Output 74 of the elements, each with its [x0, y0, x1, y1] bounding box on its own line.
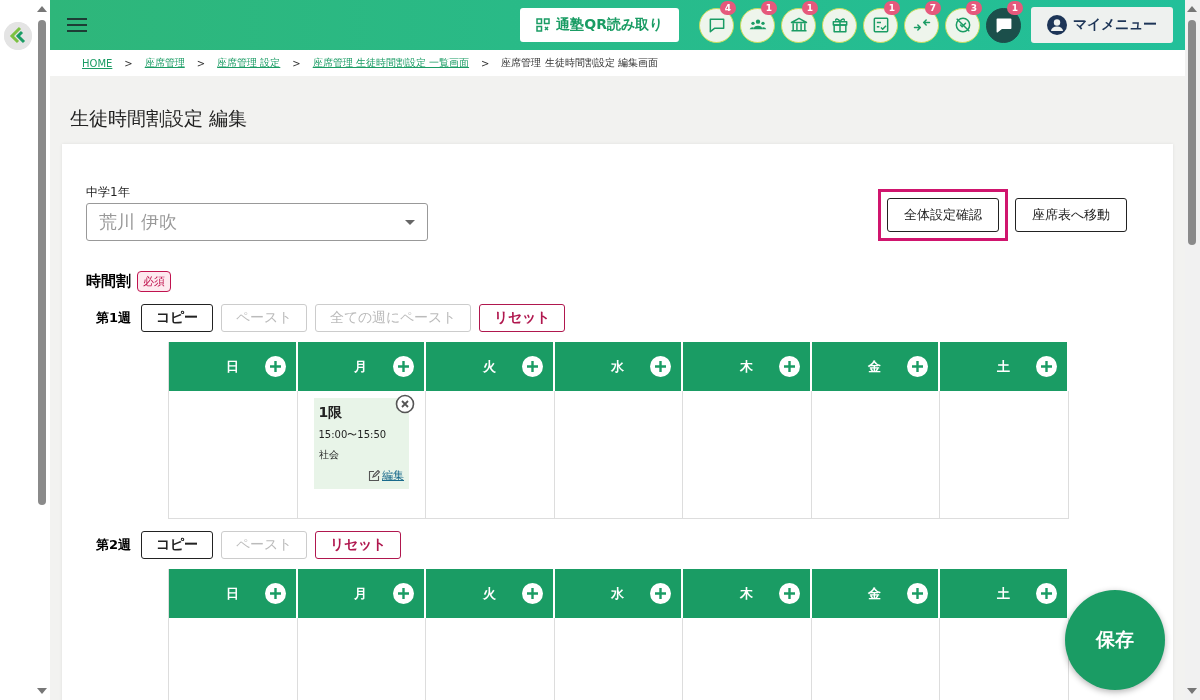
breadcrumb-link[interactable]: 座席管理	[144, 56, 185, 70]
menu-icon[interactable]	[66, 17, 88, 33]
add-icon[interactable]	[907, 356, 928, 377]
breadcrumb-link[interactable]: 座席管理 設定	[217, 56, 281, 70]
scroll-up-icon[interactable]	[1187, 6, 1197, 12]
scrollbar-thumb[interactable]	[1188, 20, 1196, 245]
notification-badge: 3	[965, 0, 982, 15]
day-header: 金	[811, 569, 940, 618]
day-header: 火	[426, 342, 555, 391]
notification-badge: 7	[924, 0, 941, 15]
action-button[interactable]: 座席表へ移動	[1015, 198, 1127, 232]
subject-label: 社会	[318, 448, 340, 462]
add-icon[interactable]	[521, 356, 543, 377]
edit-icon	[368, 469, 380, 482]
copy-button[interactable]: コピー	[141, 304, 214, 332]
qr-code-icon	[536, 18, 551, 32]
add-icon[interactable]	[1035, 583, 1057, 604]
qr-scan-button[interactable]: 通塾QR読み取り	[520, 8, 679, 42]
day-header: 金	[811, 342, 940, 391]
day-header: 木	[683, 342, 812, 391]
day-header: 水	[554, 342, 683, 391]
breadcrumb-separator: >	[196, 57, 206, 69]
breadcrumb-link[interactable]: HOME	[82, 57, 113, 69]
add-icon[interactable]	[650, 583, 671, 604]
add-icon[interactable]	[264, 356, 286, 377]
day-header: 月	[297, 569, 426, 618]
breadcrumb-separator: >	[292, 57, 301, 69]
breadcrumb-current: 座席管理 生徒時間割設定 編集画面	[501, 56, 658, 70]
notification-badge: 1	[801, 0, 818, 15]
day-header: 土	[940, 569, 1069, 618]
required-badge: 必須	[137, 271, 171, 292]
caret-icon	[405, 219, 415, 225]
add-icon[interactable]	[264, 583, 286, 604]
period-label: 1限	[318, 404, 344, 422]
add-icon[interactable]	[650, 356, 671, 377]
add-icon[interactable]	[393, 583, 414, 604]
day-header: 水	[554, 569, 683, 618]
edit-link[interactable]: 編集	[382, 468, 404, 483]
notification-badge: 1	[883, 0, 900, 15]
page-title: 生徒時間割設定 編集	[70, 106, 249, 131]
add-icon[interactable]	[778, 583, 800, 604]
user-avatar-icon	[1047, 15, 1067, 35]
day-header: 火	[426, 569, 555, 618]
breadcrumb-separator: >	[124, 57, 133, 69]
day-header: 木	[683, 569, 812, 618]
action-button[interactable]: 全体設定確認	[887, 198, 999, 232]
week-label: 第2週	[96, 536, 132, 554]
add-icon[interactable]	[778, 356, 800, 377]
reset-button[interactable]: リセット	[315, 531, 402, 559]
notification-badge: 1	[1006, 0, 1023, 15]
scroll-down-icon[interactable]	[1187, 688, 1197, 694]
breadcrumb-link[interactable]: 座席管理 生徒時間割設定 一覧画面	[312, 56, 470, 70]
reset-button[interactable]: リセット	[479, 304, 566, 332]
add-icon[interactable]	[521, 583, 543, 604]
notification-badge: 1	[760, 0, 777, 15]
add-icon[interactable]	[1035, 356, 1057, 377]
student-select[interactable]: 荒川 伊吹	[86, 203, 428, 241]
breadcrumb-separator: >	[481, 57, 490, 69]
scrollbar-thumb[interactable]	[38, 20, 46, 505]
day-header: 日	[169, 342, 298, 391]
close-icon[interactable]	[395, 394, 415, 414]
add-icon[interactable]	[393, 356, 414, 377]
my-menu-button[interactable]: マイメニュー	[1031, 7, 1173, 43]
section-label: 時間割	[86, 272, 131, 291]
grade-label: 中学1年	[86, 184, 131, 201]
day-header: 日	[169, 569, 298, 618]
copy-button[interactable]: コピー	[141, 531, 214, 559]
school-icon	[788, 15, 809, 35]
day-header: 土	[940, 342, 1069, 391]
lesson-time: 15:00〜15:50	[318, 428, 388, 442]
day-header: 月	[297, 342, 426, 391]
notification-badge: 4	[719, 0, 736, 15]
week-label: 第1週	[96, 309, 132, 327]
add-icon[interactable]	[907, 583, 928, 604]
